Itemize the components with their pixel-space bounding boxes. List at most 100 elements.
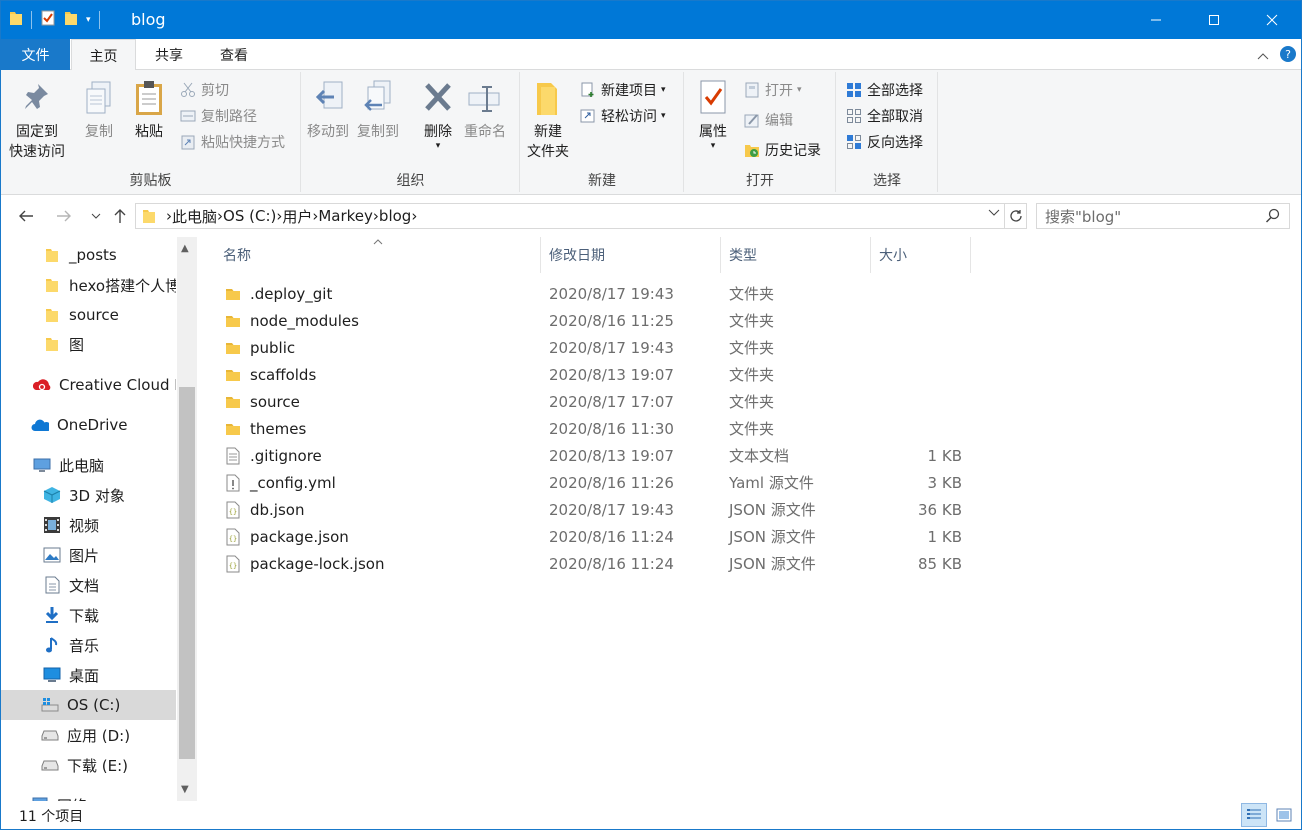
pictures-icon [43, 546, 61, 564]
tab-home[interactable]: 主页 [71, 39, 136, 71]
properties-dropdown-icon[interactable]: ▾ [711, 142, 716, 151]
nav-scrollbar[interactable]: ▲ ▼ [177, 237, 197, 801]
maximize-button[interactable] [1185, 1, 1243, 39]
pin-quick-access-button[interactable]: 固定到 快速访问 [9, 78, 65, 162]
table-row[interactable]: source 2020/8/17 17:07 文件夹 [217, 388, 977, 415]
collapse-ribbon-icon[interactable] [1257, 48, 1269, 64]
copy-button[interactable]: 复制 [81, 78, 117, 142]
refresh-button[interactable] [1005, 203, 1027, 229]
delete-label: 删除 [424, 124, 452, 140]
new-folder-button[interactable]: 新建 文件夹 [527, 78, 569, 162]
3d-objects-icon [43, 486, 61, 504]
copy-path-button[interactable]: 复制路径 [179, 104, 257, 128]
nav-item-creative-cloud[interactable]: Creative Cloud Files [1, 370, 176, 400]
breadcrumb-blog[interactable]: blog [379, 207, 411, 225]
search-icon [1265, 208, 1281, 228]
new-folder-icon[interactable] [64, 10, 78, 30]
table-row[interactable]: node_modules 2020/8/16 11:25 文件夹 [217, 307, 977, 334]
address-history-dropdown-icon[interactable] [988, 207, 1000, 221]
nav-item-downloads[interactable]: 下载 [1, 600, 176, 630]
table-row[interactable]: scaffolds 2020/8/13 19:07 文件夹 [217, 361, 977, 388]
breadcrumb-chevron-icon[interactable]: › [411, 207, 417, 225]
nav-item-os-c[interactable]: OS (C:) [1, 690, 176, 720]
help-icon[interactable]: ? [1279, 45, 1297, 67]
address-bar[interactable]: › 此电脑 › OS (C:) › 用户 › Markey › blog › [135, 203, 1005, 229]
tab-file[interactable]: 文件 [1, 39, 70, 70]
nav-item-onedrive[interactable]: OneDrive [1, 410, 176, 440]
nav-item-network[interactable]: 网络 [1, 790, 176, 801]
table-row[interactable]: {} db.json 2020/8/17 19:43 JSON 源文件 36 KB [217, 496, 977, 523]
scroll-down-icon[interactable]: ▼ [181, 784, 189, 795]
copy-to-button[interactable]: 复制到 [357, 78, 399, 142]
table-row[interactable]: public 2020/8/17 19:43 文件夹 [217, 334, 977, 361]
nav-item-source[interactable]: source [1, 300, 176, 330]
close-button[interactable] [1243, 1, 1301, 39]
column-header-date[interactable]: 修改日期 [541, 237, 721, 273]
nav-item-documents[interactable]: 文档 [1, 570, 176, 600]
easy-access-button[interactable]: 轻松访问 ▾ [579, 104, 666, 128]
file-name-cell: public [223, 334, 295, 361]
nav-item-hexo[interactable]: hexo搭建个人博客 [1, 270, 176, 300]
cut-button[interactable]: 剪切 [179, 78, 229, 102]
table-row[interactable]: .deploy_git 2020/8/17 19:43 文件夹 [217, 280, 977, 307]
properties-icon[interactable] [40, 10, 56, 30]
details-view-button[interactable] [1241, 803, 1267, 827]
file-date: 2020/8/17 19:43 [549, 284, 674, 303]
column-header-name[interactable]: 名称 [215, 237, 541, 273]
nav-item-drive-d[interactable]: 应用 (D:) [1, 720, 176, 750]
paste-shortcut-button[interactable]: 粘贴快捷方式 [179, 130, 285, 154]
delete-button[interactable]: 删除 ▾ [420, 78, 456, 151]
breadcrumb-this-pc[interactable]: 此电脑 [172, 206, 217, 227]
nav-item-3d-objects[interactable]: 3D 对象 [1, 480, 176, 510]
file-date: 2020/8/16 11:24 [549, 554, 674, 573]
delete-dropdown-icon[interactable]: ▾ [436, 142, 441, 151]
edit-button[interactable]: 编辑 [743, 108, 793, 132]
table-row[interactable]: {} package-lock.json 2020/8/16 11:24 JSON 源… [217, 550, 977, 577]
breadcrumb-markey[interactable]: Markey [318, 207, 373, 225]
breadcrumb-os-c[interactable]: OS (C:) [223, 207, 276, 225]
ribbon: 固定到 快速访问 复制 粘贴 剪切 复制路径 粘贴快捷方式 剪贴板 移动到 复制… [1, 70, 1301, 195]
nav-item-images-folder[interactable]: 图 [1, 329, 176, 359]
nav-item-music[interactable]: 音乐 [1, 630, 176, 660]
nav-item-videos[interactable]: 视频 [1, 510, 176, 540]
customize-toolbar-icon[interactable]: ▾ [86, 15, 91, 25]
breadcrumb-users[interactable]: 用户 [282, 206, 312, 227]
select-none-button[interactable]: 全部取消 [845, 104, 923, 128]
paste-button[interactable]: 粘贴 [131, 78, 167, 142]
large-icons-view-button[interactable] [1271, 803, 1297, 827]
column-header-size[interactable]: 大小 [871, 237, 971, 273]
nav-item-drive-e[interactable]: 下载 (E:) [1, 750, 176, 780]
column-header-type[interactable]: 类型 [721, 237, 871, 273]
recent-locations-button[interactable] [85, 205, 107, 227]
file-date: 2020/8/16 11:26 [549, 473, 674, 492]
nav-item-pictures[interactable]: 图片 [1, 540, 176, 570]
scrollbar-thumb[interactable] [179, 387, 195, 759]
table-row[interactable]: .gitignore 2020/8/13 19:07 文本文档 1 KB [217, 442, 977, 469]
table-row[interactable]: themes 2020/8/16 11:30 文件夹 [217, 415, 977, 442]
select-all-button[interactable]: 全部选择 [845, 78, 923, 102]
scroll-up-icon[interactable]: ▲ [181, 243, 189, 254]
rename-button[interactable]: 重命名 [464, 78, 506, 142]
file-name: public [250, 338, 296, 357]
text-file-icon [223, 446, 243, 466]
history-button[interactable]: 历史记录 [743, 138, 821, 162]
up-button[interactable] [109, 205, 131, 227]
forward-button[interactable] [53, 205, 75, 227]
invert-selection-button[interactable]: 反向选择 [845, 130, 923, 154]
open-button[interactable]: 打开 ▾ [743, 78, 802, 102]
scissors-icon [179, 81, 197, 99]
table-row[interactable]: _config.yml 2020/8/16 11:26 Yaml 源文件 3 KB [217, 469, 977, 496]
tab-view[interactable]: 查看 [201, 39, 267, 70]
search-input[interactable]: 搜索"blog" [1036, 203, 1290, 229]
file-name: db.json [250, 500, 305, 519]
properties-button[interactable]: 属性 ▾ [695, 78, 731, 151]
move-to-button[interactable]: 移动到 [307, 78, 349, 142]
new-item-button[interactable]: 新建项目 ▾ [579, 78, 666, 102]
nav-item-posts[interactable]: _posts [1, 240, 176, 270]
tab-share[interactable]: 共享 [137, 39, 201, 70]
table-row[interactable]: {} package.json 2020/8/16 11:24 JSON 源文件 1 K… [217, 523, 977, 550]
nav-item-this-pc[interactable]: 此电脑 [1, 450, 176, 480]
nav-item-desktop[interactable]: 桌面 [1, 660, 176, 690]
back-button[interactable] [15, 205, 37, 227]
minimize-button[interactable] [1127, 1, 1185, 39]
